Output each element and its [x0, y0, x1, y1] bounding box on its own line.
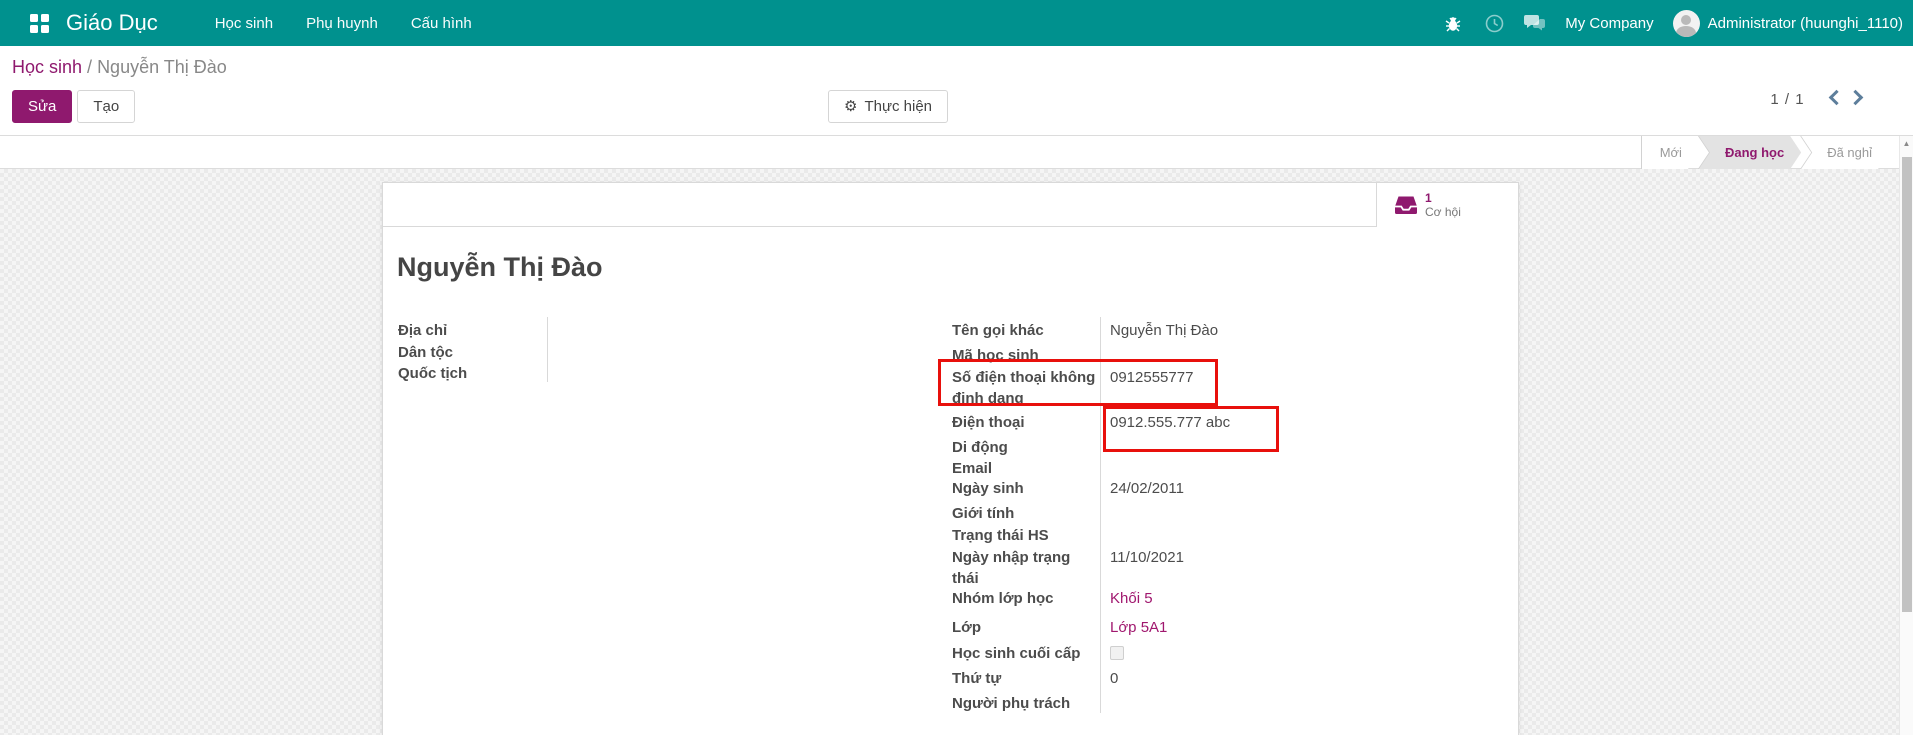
pager-previous-icon[interactable] [1828, 89, 1844, 106]
opportunity-count: 1 [1425, 191, 1432, 205]
field-row-nguoi-phu-trach: Người phụ trách [952, 693, 1382, 714]
pager: 1 / 1 [1770, 89, 1864, 108]
scrollbar-thumb[interactable] [1901, 157, 1912, 612]
field-row-thu-tu: Thứ tự 0 [952, 668, 1382, 689]
field-row-ten-goi-khac: Tên gọi khác Nguyễn Thị Đào [952, 320, 1382, 341]
record-title: Nguyễn Thị Đào [397, 252, 603, 282]
pager-count: 1 / 1 [1770, 90, 1805, 108]
statusbar: Mới Đang học Đã nghỉ [1642, 136, 1889, 169]
field-label: Ngày nhập trạng thái [952, 549, 1071, 587]
field-label: Thứ tự [952, 670, 1002, 687]
field-value-link[interactable]: Lớp 5A1 [1110, 617, 1167, 638]
breadcrumb-root[interactable]: Học sinh [12, 57, 82, 77]
pager-arrows [1828, 89, 1864, 108]
field-row-so-dien-thoai-khong-dinh-dang: Số điện thoại không định dạng 0912555777 [952, 367, 1382, 409]
field-row-quoc-tich: Quốc tịch [398, 363, 698, 384]
field-label: Mã học sinh [952, 347, 1039, 364]
odoo-window: Giáo Dục Học sinh Phụ huynh Cấu hình My … [0, 0, 1913, 735]
bug-icon[interactable] [1442, 15, 1464, 32]
avatar[interactable] [1672, 9, 1700, 37]
opportunity-tray-icon [1395, 196, 1417, 214]
action-buttons: ⚙ Thực hiện [828, 90, 949, 123]
company-switcher[interactable]: My Company [1565, 15, 1653, 32]
control-panel: Học sinh / Nguyễn Thị Đào Sửa Tạo ⚙ Thực… [0, 46, 1913, 135]
state-da-nghi[interactable]: Đã nghỉ [1801, 136, 1889, 169]
form-buttons: Sửa Tạo [12, 90, 136, 123]
field-row-di-dong: Di động [952, 437, 1382, 458]
edit-button[interactable]: Sửa [12, 90, 73, 123]
field-label: Email [952, 460, 993, 477]
app-brand[interactable]: Giáo Dục [66, 10, 158, 36]
activity-clock-icon[interactable] [1483, 14, 1505, 33]
user-menu[interactable]: Administrator (huunghi_1110) [1708, 15, 1903, 32]
field-label: Quốc tịch [398, 365, 468, 382]
field-row-hoc-sinh-cuoi-cap: Học sinh cuối cấp [952, 643, 1382, 666]
checkbox[interactable] [1110, 646, 1124, 660]
button-box-divider [383, 182, 1518, 227]
status-row: Mới Đang học Đã nghỉ [0, 135, 1913, 169]
field-row-email: Email [952, 458, 1382, 479]
top-navbar: Giáo Dục Học sinh Phụ huynh Cấu hình My … [0, 0, 1913, 46]
gear-icon: ⚙ [844, 98, 858, 115]
create-button[interactable]: Tạo [77, 90, 136, 123]
opportunity-stat-button[interactable]: 1 Cơ hội [1376, 183, 1518, 227]
breadcrumb-divider: / [87, 57, 98, 77]
apps-grid-icon[interactable] [30, 13, 49, 33]
run-action-button[interactable]: ⚙ Thực hiện [828, 90, 949, 123]
field-label: Địa chỉ [398, 322, 448, 339]
messages-icon[interactable] [1524, 14, 1546, 32]
field-label: Trạng thái HS [952, 527, 1049, 544]
field-value-link[interactable]: Khối 5 [1110, 588, 1153, 609]
field-label: Giới tính [952, 505, 1015, 522]
scroll-up-icon[interactable]: ▲ [1900, 139, 1913, 148]
field-row-ngay-nhap-trang-thai: Ngày nhập trạng thái 11/10/2021 [952, 547, 1382, 589]
state-dang-hoc[interactable]: Đang học [1699, 136, 1801, 169]
field-label: Học sinh cuối cấp [952, 645, 1081, 662]
field-label: Dân tộc [398, 344, 454, 361]
field-row-ngay-sinh: Ngày sinh 24/02/2011 [952, 478, 1382, 499]
field-row-lop: Lớp Lớp 5A1 [952, 617, 1382, 638]
state-moi[interactable]: Mới [1642, 136, 1699, 169]
vertical-scrollbar[interactable]: ▲ [1899, 136, 1913, 735]
field-value: 11/10/2021 [1110, 549, 1184, 566]
breadcrumb: Học sinh / Nguyễn Thị Đào [12, 57, 227, 78]
field-row-gioi-tinh: Giới tính [952, 503, 1382, 524]
field-separator [547, 317, 548, 382]
field-row-dia-chi: Địa chỉ [398, 320, 698, 341]
field-row-trang-thai-hs: Trạng thái HS [952, 525, 1382, 546]
pager-next-icon[interactable] [1847, 89, 1864, 106]
field-value: 0912.555.777 abc [1110, 414, 1231, 431]
navbar-right: My Company Administrator (huunghi_1110) [1442, 9, 1913, 37]
field-label: Lớp [952, 619, 981, 636]
field-label: Tên gọi khác [952, 322, 1044, 339]
field-value: 0 [1110, 670, 1119, 687]
field-label: Di động [952, 439, 1008, 456]
menu-phu-huynh[interactable]: Phụ huynh [306, 15, 378, 32]
field-label: Số điện thoại không định dạng [952, 369, 1096, 407]
opportunity-label: Cơ hội [1425, 205, 1461, 219]
field-label: Điện thoại [952, 414, 1025, 431]
field-value: 24/02/2011 [1110, 480, 1184, 497]
breadcrumb-current: Nguyễn Thị Đào [97, 57, 227, 77]
field-row-dien-thoai: Điện thoại 0912.555.777 abc [952, 412, 1382, 433]
run-action-label: Thực hiện [864, 98, 933, 115]
field-label: Nhóm lớp học [952, 590, 1054, 607]
top-menu: Học sinh Phụ huynh Cấu hình [215, 15, 472, 32]
field-row-dan-toc: Dân tộc [398, 342, 698, 363]
field-label: Người phụ trách [952, 695, 1071, 712]
menu-cau-hinh[interactable]: Cấu hình [411, 15, 472, 32]
field-value: 0912555777 [1110, 369, 1194, 386]
menu-hoc-sinh[interactable]: Học sinh [215, 15, 273, 32]
field-label: Ngày sinh [952, 480, 1024, 497]
field-value: Nguyễn Thị Đào [1110, 322, 1219, 339]
field-row-nhom-lop-hoc: Nhóm lớp học Khối 5 [952, 588, 1382, 609]
field-row-ma-hoc-sinh: Mã học sinh [952, 345, 1382, 366]
